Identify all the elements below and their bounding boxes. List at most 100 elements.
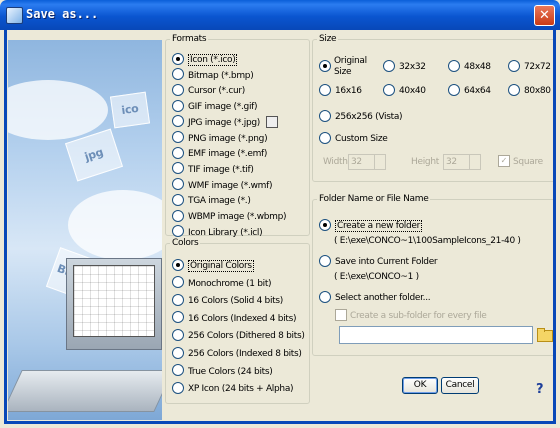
format-radio[interactable] (172, 68, 184, 81)
folder-path-input[interactable] (339, 326, 533, 344)
color-radio[interactable] (172, 293, 184, 306)
square-checkbox[interactable]: ✓ Square (498, 154, 543, 170)
format-label: TIF image (*.tif) (188, 164, 254, 175)
spinner-arrows-icon[interactable] (374, 155, 385, 169)
cloud-shape (68, 190, 162, 260)
size-option-48[interactable]: 48x48 (448, 59, 491, 75)
format-option[interactable]: Bitmap (*.bmp) (172, 68, 254, 84)
cancel-button[interactable]: Cancel (441, 377, 479, 394)
format-option[interactable]: WBMP image (*.wbmp) (172, 209, 287, 225)
close-button[interactable]: ✕ (534, 5, 555, 26)
color-radio[interactable] (172, 311, 184, 324)
cloud-shape (8, 80, 108, 140)
custom-size-radio[interactable] (319, 131, 331, 144)
size-option-72[interactable]: 72x72 (508, 59, 551, 75)
color-radio[interactable] (172, 276, 184, 289)
save-current-radio[interactable] (319, 254, 331, 267)
height-spinner[interactable]: 32 (443, 154, 481, 170)
subfolder-checkbox[interactable]: Create a sub-folder for every file (335, 308, 487, 324)
format-radio[interactable] (172, 162, 184, 175)
size-radio[interactable] (319, 109, 331, 122)
size-radio[interactable] (448, 83, 460, 96)
format-label: Icon (*.ico) (188, 54, 238, 66)
browse-folder-icon[interactable] (536, 326, 553, 342)
size-option-vista[interactable]: 256x256 (Vista) (319, 109, 403, 125)
create-folder-option[interactable]: Create a new folder (319, 218, 423, 234)
size-radio[interactable] (383, 59, 395, 72)
format-radio[interactable] (172, 99, 184, 112)
format-radio[interactable] (172, 193, 184, 206)
save-current-option[interactable]: Save into Current Folder (319, 254, 438, 270)
color-radio[interactable] (172, 258, 184, 271)
size-radio[interactable] (508, 59, 520, 72)
format-option[interactable]: WMF image (*.wmf) (172, 178, 272, 194)
ico-card: ico (109, 91, 151, 129)
spinner-arrows-icon[interactable] (469, 155, 480, 169)
format-radio[interactable] (172, 52, 184, 65)
format-radio[interactable] (172, 209, 184, 222)
size-option-16[interactable]: 16x16 (319, 83, 362, 99)
size-radio[interactable] (383, 83, 395, 96)
format-radio[interactable] (172, 225, 184, 238)
width-spinner[interactable]: 32 (348, 154, 386, 170)
color-option[interactable]: 16 Colors (Indexed 4 bits) (172, 311, 297, 327)
format-radio[interactable] (172, 83, 184, 96)
format-option[interactable]: TIF image (*.tif) (172, 162, 254, 178)
format-radio[interactable] (172, 146, 184, 159)
color-option[interactable]: XP Icon (24 bits + Alpha) (172, 381, 294, 397)
color-label: XP Icon (24 bits + Alpha) (188, 384, 294, 395)
color-option[interactable]: 256 Colors (Dithered 8 bits) (172, 328, 305, 344)
color-radio[interactable] (172, 328, 184, 341)
title-bar[interactable]: Save as... ✕ (0, 0, 560, 30)
save-current-label: Save into Current Folder (335, 257, 438, 267)
size-radio[interactable] (508, 83, 520, 96)
format-option[interactable]: Icon (*.ico) (172, 52, 238, 68)
color-option[interactable]: Monochrome (1 bit) (172, 276, 272, 292)
subfolder-check-icon[interactable] (335, 308, 347, 321)
height-value: 32 (446, 157, 457, 167)
create-folder-radio[interactable] (319, 218, 331, 231)
color-label: 16 Colors (Indexed 4 bits) (188, 313, 297, 324)
folder-legend: Folder Name or File Name (319, 194, 429, 204)
app-icon (6, 7, 23, 24)
color-option[interactable]: 16 Colors (Solid 4 bits) (172, 293, 283, 309)
select-folder-option[interactable]: Select another folder... (319, 290, 431, 306)
format-option[interactable]: EMF image (*.emf) (172, 146, 267, 162)
color-radio[interactable] (172, 381, 184, 394)
size-option-40[interactable]: 40x40 (383, 83, 426, 99)
color-option[interactable]: 256 Colors (Indexed 8 bits) (172, 346, 302, 362)
color-radio[interactable] (172, 346, 184, 359)
select-folder-radio[interactable] (319, 290, 331, 303)
jpg-options-icon[interactable] (266, 116, 279, 129)
size-radio[interactable] (319, 83, 331, 96)
cancel-label: Cancel (445, 380, 475, 390)
ok-button[interactable]: OK (402, 377, 438, 394)
format-radio[interactable] (172, 115, 184, 128)
format-option[interactable]: TGA image (*.) (172, 193, 251, 209)
size-group: Size Original Size 32x32 48x48 72x72 16x… (312, 34, 556, 182)
ok-label: OK (413, 380, 427, 390)
custom-size-option[interactable]: Custom Size (319, 131, 388, 147)
format-option[interactable]: Cursor (*.cur) (172, 83, 245, 99)
format-label: TGA image (*.) (188, 196, 251, 207)
format-radio[interactable] (172, 178, 184, 191)
keyboard-image (8, 370, 162, 412)
format-label: EMF image (*.emf) (188, 149, 268, 160)
format-option[interactable]: GIF image (*.gif) (172, 99, 258, 115)
size-radio[interactable] (448, 59, 460, 72)
help-icon[interactable]: ? (536, 382, 544, 397)
format-radio[interactable] (172, 131, 184, 143)
size-option-32[interactable]: 32x32 (383, 59, 426, 75)
color-option[interactable]: True Colors (24 bits) (172, 364, 273, 380)
format-option[interactable]: PNG image (*.png) (172, 131, 268, 147)
size-option-80[interactable]: 80x80 (508, 83, 551, 99)
color-option[interactable]: Original Colors (172, 258, 254, 274)
size-label: 64x64 (464, 86, 491, 96)
size-option-64[interactable]: 64x64 (448, 83, 491, 99)
square-check-icon[interactable]: ✓ (498, 154, 510, 167)
format-option[interactable]: JPG image (*.jpg) (172, 115, 279, 131)
size-original-radio[interactable] (319, 60, 331, 72)
width-label: Width (323, 157, 348, 167)
color-radio[interactable] (172, 364, 184, 377)
monitor-screen (73, 265, 155, 337)
